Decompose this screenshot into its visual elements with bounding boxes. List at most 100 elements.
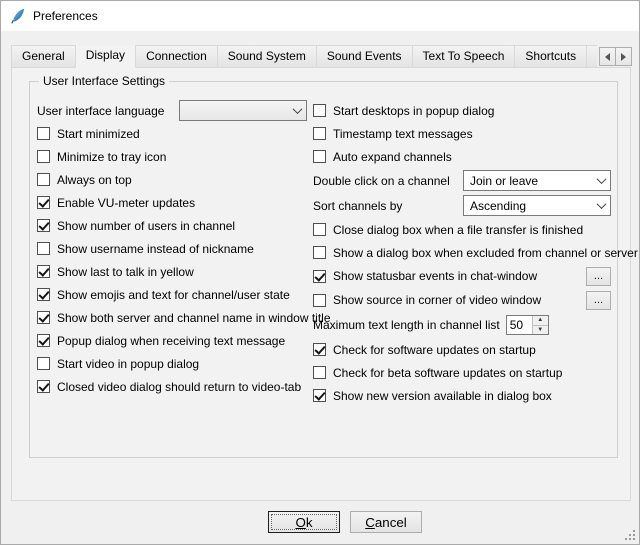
ok-button[interactable]: Ok [268,511,340,533]
user-interface-settings-group: User Interface Settings User interface l… [29,81,618,458]
tab-video[interactable]: Video [586,45,597,68]
checkbox-label: Show last to talk in yellow [57,265,194,279]
sort-channels-row: Sort channels by Ascending [313,193,613,218]
checkbox-box[interactable] [37,357,50,370]
tab-scroll-left-button[interactable] [599,47,616,66]
checkbox-label: Popup dialog when receiving text message [57,334,285,348]
checkbox-show-statusbar-events-in-chat-window[interactable]: Show statusbar events in chat-window ... [313,264,613,288]
chevron-down-icon [592,171,610,190]
tab-shortcuts[interactable]: Shortcuts [514,45,587,68]
checkbox-label: Auto expand channels [333,150,452,164]
checkbox-show-server-and-channel-in-title[interactable]: Show both server and channel name in win… [37,306,309,329]
checkbox-label: Start video in popup dialog [57,357,199,371]
titlebar[interactable]: Preferences [1,1,639,31]
checkbox-label: Check for beta software updates on start… [333,366,562,380]
checkbox-box[interactable] [37,173,50,186]
checkbox-check-for-software-updates[interactable]: Check for software updates on startup [313,338,613,361]
spinner-down-icon[interactable]: ▼ [533,325,548,335]
checkbox-box[interactable] [313,389,326,402]
double-click-dropdown[interactable]: Join or leave [463,170,611,191]
checkbox-auto-expand-channels[interactable]: Auto expand channels [313,145,613,168]
checkbox-box[interactable] [37,265,50,278]
checkbox-label: Close dialog box when a file transfer is… [333,223,583,237]
video-source-browse-button[interactable]: ... [586,291,611,310]
checkbox-enable-vu-meter-updates[interactable]: Enable VU-meter updates [37,191,309,214]
checkbox-show-source-in-corner-of-video-window[interactable]: Show source in corner of video window ..… [313,288,613,312]
double-click-dropdown-value: Join or leave [464,174,592,188]
checkbox-show-number-of-users-in-channel[interactable]: Show number of users in channel [37,214,309,237]
left-column: User interface language Start minimized … [37,99,309,457]
checkbox-box[interactable] [37,196,50,209]
resize-grip[interactable] [623,528,636,541]
max-text-length-row: Maximum text length in channel list 50 ▲… [313,312,613,338]
checkbox-box[interactable] [37,219,50,232]
checkbox-show-emojis-and-text-for-state[interactable]: Show emojis and text for channel/user st… [37,283,309,306]
checkbox-always-on-top[interactable]: Always on top [37,168,309,191]
preferences-window: Preferences General Display Connection S… [0,0,640,545]
checkbox-show-last-to-talk-in-yellow[interactable]: Show last to talk in yellow [37,260,309,283]
checkbox-start-minimized[interactable]: Start minimized [37,122,309,145]
checkbox-box[interactable] [37,288,50,301]
checkbox-box[interactable] [37,127,50,140]
checkbox-box[interactable] [313,223,326,236]
sort-channels-dropdown[interactable]: Ascending [463,195,611,216]
checkbox-show-new-version-available[interactable]: Show new version available in dialog box [313,384,613,407]
checkbox-minimize-to-tray-icon[interactable]: Minimize to tray icon [37,145,309,168]
double-click-label: Double click on a channel [313,174,450,188]
double-click-row: Double click on a channel Join or leave [313,168,613,193]
checkbox-show-dialog-when-excluded[interactable]: Show a dialog box when excluded from cha… [313,241,613,264]
tab-connection[interactable]: Connection [135,45,218,68]
checkbox-start-desktops-in-popup-dialog[interactable]: Start desktops in popup dialog [313,99,613,122]
sort-channels-dropdown-value: Ascending [464,199,592,213]
tab-scroll-right-button[interactable] [615,47,632,66]
cancel-button[interactable]: Cancel [350,511,422,533]
checkbox-label: Show statusbar events in chat-window [333,269,537,283]
statusbar-events-browse-button[interactable]: ... [586,267,611,286]
tab-general[interactable]: General [11,45,76,68]
checkbox-show-username-instead-of-nickname[interactable]: Show username instead of nickname [37,237,309,260]
language-label: User interface language [37,104,164,118]
checkbox-timestamp-text-messages[interactable]: Timestamp text messages [313,122,613,145]
right-column: Start desktops in popup dialog Timestamp… [309,99,613,457]
checkbox-start-video-in-popup-dialog[interactable]: Start video in popup dialog [37,352,309,375]
max-text-length-spinner[interactable]: 50 ▲ ▼ [506,315,549,335]
tab-bar: General Display Connection Sound System … [11,45,597,68]
window-title: Preferences [33,9,98,23]
dialog-buttons: Ok Cancel [1,511,639,533]
right-arrow-icon [621,53,626,61]
display-tab-page: User Interface Settings User interface l… [11,67,631,501]
checkbox-box[interactable] [313,343,326,356]
chevron-down-icon [288,101,306,120]
language-row: User interface language [37,99,309,122]
checkbox-box[interactable] [37,242,50,255]
checkbox-label: Start desktops in popup dialog [333,104,494,118]
checkbox-label: Show source in corner of video window [333,293,541,307]
tab-text-to-speech[interactable]: Text To Speech [412,45,516,68]
checkbox-label: Show new version available in dialog box [333,389,552,403]
spinner-up-icon[interactable]: ▲ [533,316,548,325]
checkbox-box[interactable] [313,294,326,307]
checkbox-check-for-beta-updates[interactable]: Check for beta software updates on start… [313,361,613,384]
checkbox-box[interactable] [37,311,50,324]
checkbox-label: Start minimized [57,127,140,141]
tab-sound-system[interactable]: Sound System [217,45,317,68]
chevron-down-icon [592,196,610,215]
checkbox-popup-dialog-on-text-message[interactable]: Popup dialog when receiving text message [37,329,309,352]
checkbox-box[interactable] [313,270,326,283]
checkbox-closed-video-return-to-video-tab[interactable]: Closed video dialog should return to vid… [37,375,309,398]
checkbox-box[interactable] [313,150,326,163]
checkbox-box[interactable] [313,127,326,140]
checkbox-label: Show number of users in channel [57,219,235,233]
checkbox-label: Minimize to tray icon [57,150,166,164]
checkbox-box[interactable] [37,380,50,393]
checkbox-box[interactable] [37,150,50,163]
language-dropdown[interactable] [179,100,307,121]
checkbox-close-dialog-on-file-transfer-finished[interactable]: Close dialog box when a file transfer is… [313,218,613,241]
checkbox-box[interactable] [313,366,326,379]
checkbox-box[interactable] [313,246,326,259]
tab-sound-events[interactable]: Sound Events [316,45,413,68]
checkbox-box[interactable] [37,334,50,347]
tab-scroll-control [600,47,632,66]
checkbox-box[interactable] [313,104,326,117]
tab-display[interactable]: Display [75,45,136,68]
